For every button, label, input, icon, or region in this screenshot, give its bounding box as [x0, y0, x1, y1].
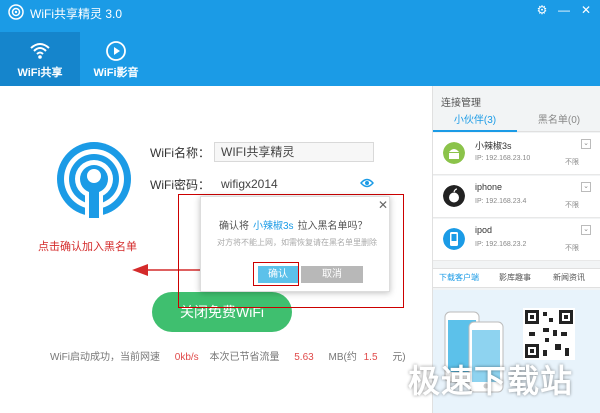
- qr-code-icon[interactable]: [523, 308, 575, 360]
- status-line: WiFi启动成功，当前网速 0kb/s 本次已节省流量 5.63 MB(约 1.…: [50, 348, 406, 363]
- device-ip: IP: 192.168.23.4: [475, 198, 527, 205]
- tab-wifi-share[interactable]: WiFi共享: [0, 32, 80, 86]
- device-limit: 不限: [565, 245, 579, 252]
- status-money: 1.5: [363, 352, 378, 363]
- status-prefix: WiFi启动成功，当前网速: [50, 352, 160, 363]
- device-item[interactable]: ipod IP: 192.168.23.2 不限 ⌄: [433, 219, 600, 261]
- panel-title: 连接管理: [441, 98, 481, 109]
- device-toggle[interactable]: ⌄: [581, 182, 591, 192]
- device-item[interactable]: iphone IP: 192.168.23.4 不限 ⌄: [433, 176, 600, 218]
- device-ip: IP: 192.168.23.10: [475, 155, 531, 162]
- dialog-target-name: 小辣椒3s: [253, 221, 294, 232]
- bottom-tabs: 下载客户端 影库趣事 新闻资讯: [433, 268, 600, 288]
- tab-news[interactable]: 新闻资讯: [553, 269, 585, 287]
- device-item[interactable]: 小辣椒3s IP: 192.168.23.10 不限 ⌄: [433, 133, 600, 175]
- dialog-question-suffix: 拉入黑名单吗？: [297, 221, 368, 232]
- cancel-button[interactable]: 取消: [301, 266, 363, 283]
- device-ip: IP: 192.168.23.2: [475, 241, 527, 248]
- blacklist-dialog: ✕ 确认将 小辣椒3s 拉入黑名单吗？ 对方将不能上网，如需恢复请在黑名单里删除 确…: [200, 196, 390, 292]
- header-bar: WiFi共享精灵 3.0 ⚙ — ✕ WiFi共享 WiFi影音: [0, 0, 600, 86]
- wifi-password-input[interactable]: wifigx2014: [214, 174, 374, 194]
- status-suffix: 元): [392, 352, 406, 363]
- status-middle: 本次已节省流量: [209, 352, 280, 363]
- status-unit: MB(约: [328, 352, 357, 363]
- device-name: iphone: [475, 182, 503, 192]
- ipod-icon: [443, 228, 465, 250]
- device-toggle[interactable]: ⌄: [581, 225, 591, 235]
- play-icon: [106, 41, 126, 61]
- tab-label: WiFi共享: [17, 67, 63, 79]
- apple-icon: [443, 185, 465, 207]
- close-icon[interactable]: ✕: [377, 199, 389, 211]
- device-name: ipod: [475, 225, 493, 235]
- wifi-password-label: WiFi密码：: [150, 178, 210, 192]
- tab-blacklist[interactable]: 黑名单(0): [517, 110, 600, 132]
- annotation-text: 点击确认加入黑名单: [38, 241, 137, 253]
- gear-icon[interactable]: ⚙: [534, 2, 550, 18]
- status-saved: 5.63: [294, 352, 314, 363]
- device-tabs: 小伙伴(3) 黑名单(0): [433, 110, 600, 132]
- device-toggle[interactable]: ⌄: [581, 139, 591, 149]
- close-icon[interactable]: ✕: [578, 2, 594, 18]
- watermark-text: 极速下载站: [408, 362, 574, 400]
- dialog-question: 确认将 小辣椒3s 拉入黑名单吗？: [219, 217, 368, 232]
- wifi-logo-icon: [57, 142, 131, 218]
- tab-wifi-media[interactable]: WiFi影音: [76, 32, 156, 86]
- app-logo-icon: [8, 4, 24, 20]
- wifi-name-input[interactable]: WIFI共享精灵: [214, 142, 374, 162]
- eye-icon[interactable]: [360, 177, 374, 189]
- device-limit: 不限: [565, 202, 579, 209]
- android-icon: [443, 142, 465, 164]
- tab-friends[interactable]: 小伙伴(3): [433, 110, 517, 132]
- wifi-name-label: WiFi名称：: [150, 146, 210, 160]
- app-title: WiFi共享精灵 3.0: [30, 7, 123, 21]
- title-bar: WiFi共享精灵 3.0 ⚙ — ✕: [0, 0, 600, 24]
- wifi-icon: [30, 43, 50, 59]
- tab-label: WiFi影音: [93, 67, 139, 79]
- confirm-button[interactable]: 确认: [258, 266, 298, 283]
- status-speed: 0kb/s: [174, 352, 199, 363]
- dialog-question-prefix: 确认将: [219, 221, 249, 232]
- minimize-icon[interactable]: —: [556, 2, 572, 18]
- device-limit: 不限: [565, 159, 579, 166]
- device-name: 小辣椒3s: [475, 141, 512, 151]
- tab-download-client[interactable]: 下载客户端: [439, 269, 479, 287]
- dialog-subtext: 对方将不能上网，如需恢复请在黑名单里删除: [217, 238, 377, 247]
- tab-media-fun[interactable]: 影库趣事: [499, 269, 531, 287]
